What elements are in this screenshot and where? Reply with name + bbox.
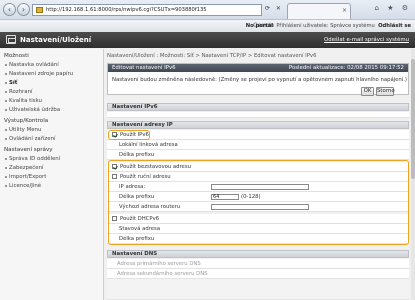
scrollbar-thumb[interactable]: [411, 59, 415, 179]
stateless-label: Použít bezstavovou adresu: [120, 164, 191, 170]
tab-close-icon[interactable]: ×: [342, 7, 347, 14]
sidebar-item-paper-source[interactable]: Nastavení zdroje papíru: [0, 69, 103, 78]
sidebar: Možnosti Nastavka ovládání Nastavení zdr…: [0, 49, 104, 300]
refresh-icon[interactable]: ⟳ ✕: [265, 5, 283, 12]
back-icon[interactable]: ‹: [3, 3, 16, 16]
sidebar-item-device-control[interactable]: Ovládání zařízení: [0, 134, 103, 143]
ip-address-input[interactable]: [211, 184, 309, 190]
sidebar-heading: Nastavení správy: [4, 147, 53, 153]
sidebar-heading: Možnosti: [4, 53, 29, 59]
panel-title: Editovat nastavení IPv6 Poslední aktuali…: [108, 64, 408, 72]
sidebar-item-control[interactable]: Nastavka ovládání: [0, 60, 103, 69]
scrollbar[interactable]: [411, 49, 415, 300]
browser-tab[interactable]: ×: [287, 3, 351, 19]
sidebar-item-import-export[interactable]: Import/Export: [0, 172, 103, 181]
prefix-length-label: Délka prefixu: [119, 194, 155, 200]
stateless-checkbox[interactable]: [112, 164, 117, 169]
row-default-router: Výchozí adresa routeru: [107, 202, 409, 212]
user-info: No portál Přihlášení uživatele: Správce …: [246, 23, 411, 29]
sidebar-item-department-id[interactable]: Správa ID oddělení: [0, 154, 103, 163]
panel-title-text: Editovat nastavení IPv6: [112, 65, 176, 71]
prefix-range-hint: (0-128): [241, 194, 261, 200]
use-ipv6-checkbox[interactable]: [112, 132, 117, 137]
sidebar-item-utility-menu[interactable]: Utility Menu: [0, 125, 103, 134]
row-use-ipv6: Použít IPv6: [107, 130, 409, 140]
sidebar-item-print-quality[interactable]: Kvalita tisku: [0, 96, 103, 105]
row-dns-primary: Adresa primárního serveru DNS: [107, 259, 409, 269]
sidebar-item-user-maintenance[interactable]: Uživatelská údržba: [0, 105, 103, 114]
default-router-label: Výchozí adresa routeru: [119, 204, 181, 210]
sidebar-heading: Výstup/Kontrola: [4, 118, 49, 124]
prefix-value: 64: [213, 194, 220, 200]
dhcpv6-checkbox[interactable]: [112, 216, 117, 221]
default-router-input[interactable]: [211, 204, 309, 210]
home-icon[interactable]: [6, 35, 16, 44]
favicon-icon: [36, 7, 43, 13]
row-dhcpv6: Použít DHCPv6: [107, 214, 409, 224]
ip-address-label: IP adresa:: [119, 184, 146, 190]
row-stateless: Použít bezstavovou adresu: [107, 162, 409, 172]
page-title: Nastavení/Uložení: [20, 36, 92, 44]
section-dns: Nastavení DNS: [107, 250, 409, 258]
sidebar-group-management: Nastavení správy Správa ID oddělení Zabe…: [0, 146, 103, 190]
cancel-button[interactable]: Storno: [376, 87, 395, 96]
row-dns-secondary: Adresa sekundárního serveru DNS: [107, 269, 409, 279]
panel-message: Nastavení budou změněna následovně: (Změ…: [112, 77, 407, 83]
manual-address-label: Použít ruční adresu: [120, 174, 171, 180]
last-updated: Poslední aktualizace: 02/08 2015 09:17:5…: [288, 65, 404, 71]
row-prefix-length-2: Délka prefixu: [107, 234, 409, 244]
bottom-filler: [107, 279, 409, 300]
row-local-link: Lokální linková adresa: [107, 140, 409, 150]
row-stateful-address: Stavová adresa: [107, 224, 409, 234]
sidebar-item-interface[interactable]: Rozhraní: [0, 87, 103, 96]
row-manual: Použít ruční adresu: [107, 172, 409, 182]
manual-address-checkbox[interactable]: [112, 174, 117, 179]
sidebar-item-security[interactable]: Zabezpečení: [0, 163, 103, 172]
row-prefix-length: Délka prefixu: [107, 150, 409, 160]
title-bar: Nastavení/Uložení Odešlat e-mail správci…: [0, 32, 415, 48]
email-admin-link[interactable]: Odešlat e-mail správci systému: [324, 37, 409, 43]
breadcrumb: Nastavení/Uložení : Možnosti: Síť > Nast…: [107, 53, 317, 59]
use-ipv6-label: Použít IPv6: [120, 132, 149, 138]
app-header: Canon No portál Přihlášení uživatele: Sp…: [0, 20, 415, 32]
spacer-row: [107, 112, 409, 118]
browser-tools-icons[interactable]: ⌂ ★ ⚙: [375, 4, 411, 12]
browser-toolbar: ‹ › http://192.168.1.61:8000/rps/nwipv6.…: [0, 0, 415, 20]
url-text: http://192.168.1.61:8000/rps/nwipv6.cgi?…: [46, 7, 207, 13]
main-content: Nastavení/Uložení : Možnosti: Síť > Nast…: [107, 49, 413, 300]
address-bar[interactable]: http://192.168.1.61:8000/rps/nwipv6.cgi?…: [32, 4, 262, 16]
portal-link[interactable]: No portál: [246, 23, 273, 29]
row-prefix-field: Délka prefixu 64 (0-128): [107, 192, 409, 202]
sidebar-group-output: Výstup/Kontrola Utility Menu Ovládání za…: [0, 117, 103, 143]
section-ip-address: Nastavení adresy IP: [107, 121, 409, 129]
dhcpv6-label: Použít DHCPv6: [120, 216, 160, 222]
sidebar-item-network[interactable]: Síť: [0, 78, 103, 87]
edit-panel: Editovat nastavení IPv6 Poslední aktuali…: [107, 63, 409, 96]
logout-link[interactable]: Odhlásit se: [378, 23, 411, 29]
section-ipv6: Nastavení IPv6: [107, 103, 409, 111]
row-ip-address: IP adresa:: [107, 182, 409, 192]
ok-button[interactable]: OK: [361, 87, 374, 96]
sidebar-group-options: Možnosti Nastavka ovládání Nastavení zdr…: [0, 52, 103, 114]
prefix-length-input[interactable]: 64: [211, 194, 239, 200]
user-login-text: Přihlášení uživatele: Správce systému: [276, 23, 375, 29]
forward-icon[interactable]: ›: [17, 3, 30, 16]
sidebar-item-license[interactable]: Licence/Jiné: [0, 181, 103, 190]
